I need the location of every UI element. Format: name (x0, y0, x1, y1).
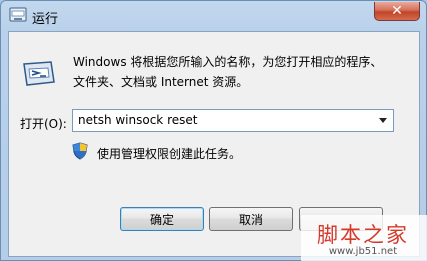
description-line-2: 文件夹、文档或 Internet 资源。 (73, 75, 249, 89)
close-icon: ✕ (391, 3, 403, 19)
window-title: 运行 (32, 12, 59, 27)
watermark-url: www.jb51.net (328, 246, 398, 257)
uac-shield-icon (72, 142, 88, 160)
command-combobox[interactable]: netsh winsock reset (72, 109, 394, 132)
watermark-logo: 脚本之家 (317, 223, 409, 247)
ok-button[interactable]: 确定 (120, 207, 204, 231)
open-label: 打开(O): (20, 117, 67, 131)
dialog-description: Windows 将根据您所输入的名称，为您打开相应的程序、 文件夹、文档或 In… (73, 52, 403, 92)
chevron-down-icon[interactable] (375, 112, 391, 129)
command-input[interactable]: netsh winsock reset (78, 113, 197, 127)
admin-privilege-note: 使用管理权限创建此任务。 (97, 147, 242, 161)
description-line-1: Windows 将根据您所输入的名称，为您打开相应的程序、 (73, 55, 383, 69)
site-watermark: 脚本之家 www.jb51.net (301, 215, 427, 261)
cancel-button[interactable]: 取消 (209, 207, 293, 231)
run-dialog-window: 运行 ✕ Windows 将根据您所输入的名称，为您打开相应的程序、 文件夹、文… (0, 0, 427, 261)
cancel-button-label: 取消 (238, 212, 263, 227)
run-app-icon (9, 7, 27, 22)
close-button[interactable]: ✕ (374, 2, 420, 21)
title-bar[interactable]: 运行 ✕ (1, 1, 426, 31)
ok-button-label: 确定 (149, 212, 174, 227)
run-program-icon (23, 61, 55, 86)
